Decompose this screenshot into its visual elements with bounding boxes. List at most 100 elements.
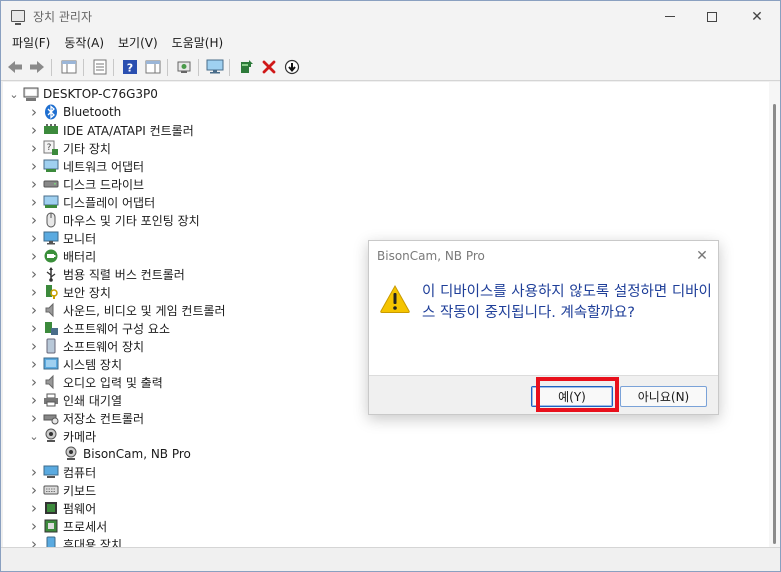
help-icon[interactable]: ? bbox=[121, 58, 139, 76]
close-button[interactable]: ✕ bbox=[734, 1, 780, 32]
chevron-right-icon[interactable]: › bbox=[27, 355, 41, 373]
camera-icon bbox=[43, 428, 59, 444]
tree-item[interactable]: › IDE ATA/ATAPI 컨트롤러 bbox=[27, 121, 194, 139]
chevron-right-icon[interactable]: › bbox=[27, 139, 41, 157]
scan-hardware-icon[interactable] bbox=[175, 58, 193, 76]
chevron-right-icon[interactable]: › bbox=[27, 319, 41, 337]
tree-item[interactable]: ›? 기타 장치 bbox=[27, 139, 111, 157]
tree-item[interactable]: › 프로세서 bbox=[27, 517, 107, 535]
toolbar-separator bbox=[229, 59, 230, 76]
no-button[interactable]: 아니요(N) bbox=[620, 386, 707, 407]
tree-item-label: 모니터 bbox=[63, 231, 97, 246]
tree-item-label: 펌웨어 bbox=[63, 501, 97, 516]
dialog-close-button[interactable]: ✕ bbox=[691, 245, 713, 267]
chevron-right-icon[interactable]: › bbox=[27, 337, 41, 355]
computer-icon bbox=[43, 464, 59, 480]
chevron-right-icon[interactable]: › bbox=[27, 301, 41, 319]
tree-item[interactable]: › 배터리 bbox=[27, 247, 96, 265]
tree-item[interactable]: › 저장소 컨트롤러 bbox=[27, 409, 144, 427]
chevron-right-icon[interactable]: › bbox=[27, 391, 41, 409]
tree-item[interactable]: › 범용 직렬 버스 컨트롤러 bbox=[27, 265, 185, 283]
forward-icon[interactable] bbox=[28, 58, 46, 76]
tree-item[interactable]: › 보안 장치 bbox=[27, 283, 111, 301]
tree-item[interactable]: › 시스템 장치 bbox=[27, 355, 122, 373]
chevron-right-icon[interactable]: › bbox=[27, 247, 41, 265]
uninstall-icon[interactable] bbox=[260, 58, 278, 76]
maximize-button[interactable] bbox=[689, 1, 735, 32]
tree-item-label: 키보드 bbox=[63, 483, 97, 498]
chevron-right-icon[interactable]: › bbox=[27, 193, 41, 211]
scrollbar-thumb[interactable] bbox=[773, 104, 776, 544]
properties-icon[interactable] bbox=[91, 58, 109, 76]
action-pane-icon[interactable] bbox=[144, 58, 162, 76]
tree-item[interactable]: › 네트워크 어댑터 bbox=[27, 157, 144, 175]
title-bar: 장치 관리자 ✕ bbox=[1, 1, 780, 32]
chevron-right-icon[interactable]: › bbox=[27, 517, 41, 535]
chevron-right-icon[interactable]: › bbox=[27, 283, 41, 301]
monitor-toolbar-icon[interactable] bbox=[206, 58, 224, 76]
tree-item-label: 기타 장치 bbox=[63, 141, 111, 156]
chevron-down-icon[interactable]: ⌄ bbox=[27, 427, 41, 445]
window-title: 장치 관리자 bbox=[33, 10, 93, 24]
tree-item[interactable]: BisonCam, NB Pro bbox=[63, 445, 191, 463]
chevron-right-icon[interactable]: › bbox=[27, 535, 41, 547]
tree-item[interactable]: › 컴퓨터 bbox=[27, 463, 96, 481]
tree-item[interactable]: › Bluetooth bbox=[27, 103, 121, 121]
tree-item-label: 시스템 장치 bbox=[63, 357, 123, 372]
security-device-icon bbox=[43, 284, 59, 300]
tree-item[interactable]: › 사운드, 비디오 및 게임 컨트롤러 bbox=[27, 301, 226, 319]
menu-help[interactable]: 도움말(H) bbox=[165, 33, 231, 53]
toolbar: ? bbox=[1, 54, 780, 81]
tree-item-label: 사운드, 비디오 및 게임 컨트롤러 bbox=[63, 303, 226, 318]
other-devices-icon: ? bbox=[43, 140, 59, 156]
tree-item-label: 컴퓨터 bbox=[63, 465, 97, 480]
disable-icon[interactable] bbox=[283, 58, 301, 76]
vertical-scrollbar[interactable] bbox=[769, 82, 780, 547]
tree-item[interactable]: › 모니터 bbox=[27, 229, 96, 247]
tree-item[interactable]: › 인쇄 대기열 bbox=[27, 391, 122, 409]
chevron-right-icon[interactable]: › bbox=[27, 157, 41, 175]
chevron-right-icon[interactable]: › bbox=[27, 121, 41, 139]
chevron-right-icon[interactable]: › bbox=[27, 481, 41, 499]
tree-item[interactable]: › 키보드 bbox=[27, 481, 96, 499]
show-hide-tree-icon[interactable] bbox=[60, 58, 78, 76]
tree-item-label: 디스크 드라이브 bbox=[63, 177, 145, 192]
menu-bar: 파일(F) 동작(A) 보기(V) 도움말(H) bbox=[1, 32, 780, 54]
minimize-button[interactable] bbox=[647, 1, 693, 32]
menu-file[interactable]: 파일(F) bbox=[5, 33, 57, 53]
tree-item[interactable]: › 디스플레이 어댑터 bbox=[27, 193, 155, 211]
mouse-icon bbox=[43, 212, 59, 228]
chevron-right-icon[interactable]: › bbox=[27, 229, 41, 247]
tree-item[interactable]: › 마우스 및 기타 포인팅 장치 bbox=[27, 211, 200, 229]
chevron-right-icon[interactable]: › bbox=[27, 175, 41, 193]
ide-controller-icon bbox=[43, 122, 59, 138]
toolbar-separator bbox=[113, 59, 114, 76]
tree-item[interactable]: › 소프트웨어 구성 요소 bbox=[27, 319, 170, 337]
tree-root[interactable]: ⌄ DESKTOP-C76G3P0 bbox=[7, 85, 158, 103]
chevron-right-icon[interactable]: › bbox=[27, 463, 41, 481]
bluetooth-icon bbox=[43, 104, 59, 120]
tree-item-label: 오디오 입력 및 출력 bbox=[63, 375, 163, 390]
chevron-down-icon[interactable]: ⌄ bbox=[7, 85, 21, 103]
minimize-icon bbox=[665, 16, 675, 17]
chevron-right-icon[interactable]: › bbox=[27, 409, 41, 427]
chevron-right-icon[interactable]: › bbox=[27, 373, 41, 391]
tree-item[interactable]: › 펌웨어 bbox=[27, 499, 96, 517]
tree-item[interactable]: › 소프트웨어 장치 bbox=[27, 337, 144, 355]
back-icon[interactable] bbox=[6, 58, 24, 76]
chevron-right-icon[interactable]: › bbox=[27, 499, 41, 517]
tree-item[interactable]: › 오디오 입력 및 출력 bbox=[27, 373, 163, 391]
tree-item[interactable]: › 디스크 드라이브 bbox=[27, 175, 144, 193]
chevron-right-icon[interactable]: › bbox=[27, 265, 41, 283]
tree-item-label: 인쇄 대기열 bbox=[63, 393, 123, 408]
tree-item[interactable]: ⌄ 카메라 bbox=[27, 427, 96, 445]
chevron-right-icon[interactable]: › bbox=[27, 103, 41, 121]
tree-item-label: IDE ATA/ATAPI 컨트롤러 bbox=[63, 123, 194, 138]
menu-view[interactable]: 보기(V) bbox=[111, 33, 165, 53]
computer-root-icon bbox=[23, 86, 39, 102]
close-icon: ✕ bbox=[696, 248, 708, 264]
menu-action[interactable]: 동작(A) bbox=[57, 33, 111, 53]
update-driver-icon[interactable] bbox=[237, 58, 255, 76]
chevron-right-icon[interactable]: › bbox=[27, 211, 41, 229]
tree-item[interactable]: › 휴대용 장치 bbox=[27, 535, 122, 547]
